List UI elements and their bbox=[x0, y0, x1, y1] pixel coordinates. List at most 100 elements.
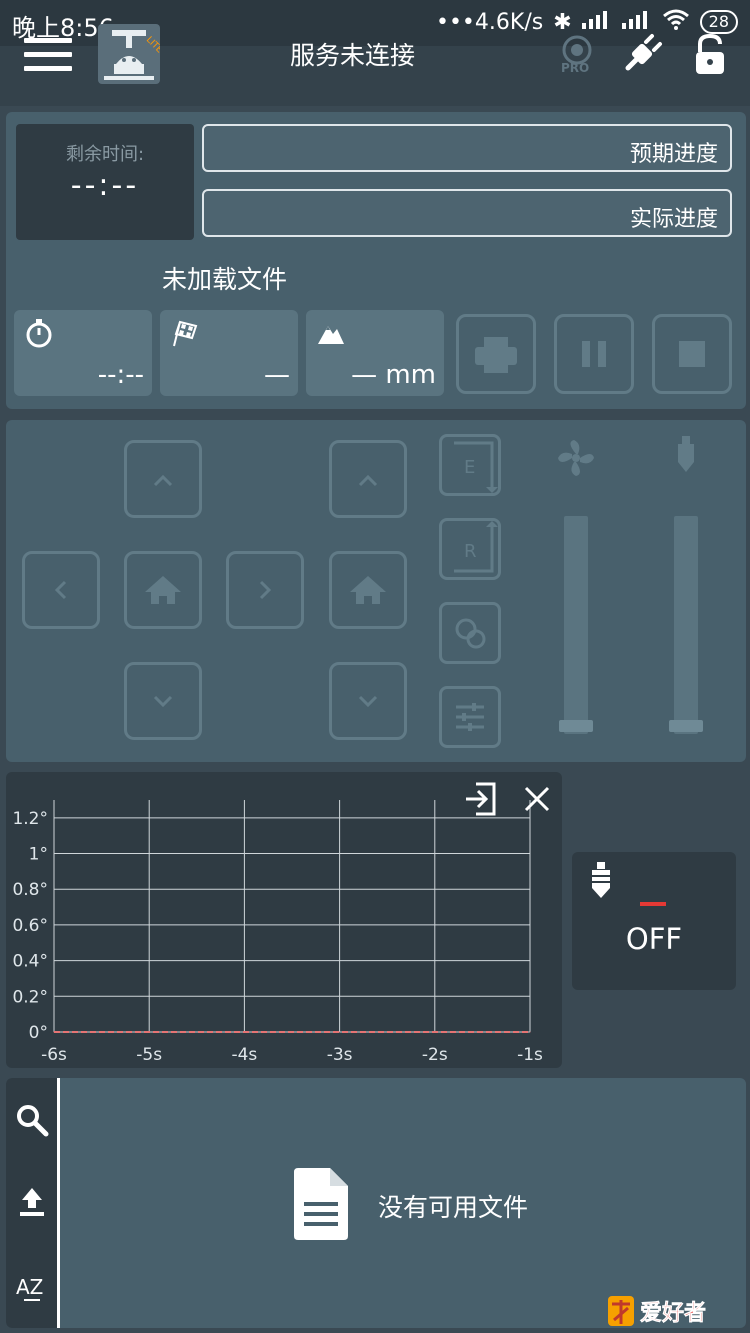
xy-home-button[interactable] bbox=[124, 551, 202, 629]
xy-right-button[interactable] bbox=[226, 551, 304, 629]
temperature-point bbox=[529, 1031, 531, 1033]
search-icon bbox=[17, 1105, 49, 1137]
svg-text:R: R bbox=[464, 541, 477, 562]
close-chart-button[interactable] bbox=[518, 780, 556, 818]
document-icon bbox=[290, 1168, 352, 1240]
menu-icon-bar bbox=[24, 38, 72, 43]
height-stat: — mm bbox=[306, 310, 444, 396]
pause-icon bbox=[582, 341, 606, 367]
y-tick-label: 0.4° bbox=[12, 952, 48, 972]
xy-down-button[interactable] bbox=[124, 662, 202, 740]
svg-text:爱好者: 爱好者 bbox=[640, 1300, 706, 1326]
y-tick-label: 0.2° bbox=[12, 987, 48, 1007]
loaded-file-name: 未加载文件 bbox=[162, 265, 288, 294]
height-value: — mm bbox=[351, 360, 436, 390]
pause-button[interactable] bbox=[554, 314, 634, 394]
chevron-up-icon bbox=[358, 474, 378, 487]
hotend-icon bbox=[586, 862, 616, 902]
svg-text:LITE: LITE bbox=[144, 35, 160, 56]
chevron-up-icon bbox=[153, 474, 173, 487]
stop-icon bbox=[679, 341, 705, 367]
print-button[interactable] bbox=[456, 314, 536, 394]
heater-state: OFF bbox=[625, 922, 683, 956]
temperature-point bbox=[243, 1031, 245, 1033]
watermark-logo: 爱好者 bbox=[606, 1290, 734, 1330]
network-speed: •••4.6K/s bbox=[435, 9, 544, 35]
upload-button[interactable] bbox=[14, 1184, 50, 1220]
remaining-time-value: --:-- bbox=[70, 168, 140, 203]
stopwatch-icon bbox=[24, 318, 54, 348]
hotend-icon bbox=[670, 436, 702, 476]
app-logo: LITE bbox=[98, 24, 165, 84]
menu-button[interactable] bbox=[24, 38, 72, 72]
remaining-time-label: 剩余时间: bbox=[65, 144, 145, 165]
menu-icon-bar bbox=[24, 52, 72, 57]
settings-sliders-button[interactable] bbox=[439, 686, 501, 748]
y-tick-label: 0.6° bbox=[12, 916, 48, 936]
home-icon bbox=[350, 576, 386, 604]
fan-icon bbox=[556, 438, 596, 478]
svg-text:E: E bbox=[464, 457, 475, 478]
finish-stat: — bbox=[160, 310, 298, 396]
svg-text:AZ: AZ bbox=[16, 1275, 43, 1299]
gears-icon bbox=[455, 618, 486, 649]
z-up-button[interactable] bbox=[329, 440, 407, 518]
x-tick-label: -4s bbox=[231, 1045, 257, 1065]
chevron-right-icon bbox=[259, 580, 272, 600]
home-icon bbox=[145, 576, 181, 604]
sort-az-icon: AZ bbox=[16, 1275, 43, 1301]
fan-speed-slider[interactable] bbox=[564, 516, 588, 734]
finish-value: — bbox=[264, 360, 290, 390]
enter-arrow-icon bbox=[466, 782, 496, 816]
extrude-button[interactable]: E bbox=[439, 434, 501, 496]
x-tick-label: -5s bbox=[136, 1045, 162, 1065]
actual-progress-bar: 实际进度 bbox=[202, 189, 732, 237]
temperature-point bbox=[148, 1031, 150, 1033]
print-time-stat: --:-- bbox=[14, 310, 152, 396]
battery-indicator: 28 bbox=[699, 10, 738, 34]
x-tick-label: -3s bbox=[327, 1045, 353, 1065]
stop-button[interactable] bbox=[652, 314, 732, 394]
pro-icon[interactable]: PRO bbox=[556, 34, 598, 75]
empty-files-message: 没有可用文件 bbox=[378, 1193, 529, 1222]
print-time-value: --:-- bbox=[97, 360, 144, 390]
expected-progress-bar: 预期进度 bbox=[202, 124, 732, 172]
mountain-icon bbox=[316, 318, 346, 348]
xy-left-button[interactable] bbox=[22, 551, 100, 629]
extrude-icon: E bbox=[454, 441, 498, 493]
retract-icon: R bbox=[454, 521, 498, 573]
temperature-point bbox=[434, 1031, 436, 1033]
search-button[interactable] bbox=[14, 1102, 50, 1138]
extruder-select-button[interactable] bbox=[439, 602, 501, 664]
unlock-icon[interactable] bbox=[690, 32, 730, 76]
x-tick-label: -6s bbox=[41, 1045, 67, 1065]
menu-icon-bar bbox=[24, 66, 72, 71]
y-tick-label: 0° bbox=[29, 1023, 48, 1043]
x-tick-label: -1s bbox=[517, 1045, 543, 1065]
expand-chart-button[interactable] bbox=[462, 780, 500, 818]
y-tick-label: 1° bbox=[29, 845, 48, 865]
temperature-point bbox=[339, 1031, 341, 1033]
x-tick-label: -2s bbox=[422, 1045, 448, 1065]
wifi-icon bbox=[662, 8, 690, 36]
checkered-flag-icon bbox=[170, 318, 200, 348]
connection-status-title: 服务未连接 bbox=[290, 41, 416, 70]
z-down-button[interactable] bbox=[329, 662, 407, 740]
fan-speed-slider-knob[interactable] bbox=[559, 720, 593, 732]
actual-progress-label: 实际进度 bbox=[629, 207, 718, 232]
sort-button[interactable]: AZ bbox=[14, 1268, 50, 1304]
hotend-temp-slider-knob[interactable] bbox=[669, 720, 703, 732]
close-icon bbox=[524, 786, 550, 812]
bluetooth-icon: ✱ bbox=[553, 9, 572, 35]
xy-up-button[interactable] bbox=[124, 440, 202, 518]
retract-button[interactable]: R bbox=[439, 518, 501, 580]
chevron-down-icon bbox=[153, 695, 173, 708]
heater-temp-indicator bbox=[640, 902, 666, 906]
upload-icon bbox=[20, 1188, 44, 1216]
z-home-button[interactable] bbox=[329, 551, 407, 629]
plug-icon[interactable] bbox=[620, 32, 664, 76]
printer-icon bbox=[475, 337, 517, 373]
svg-text:PRO: PRO bbox=[561, 61, 589, 74]
hotend-temp-slider[interactable] bbox=[674, 516, 698, 734]
chevron-down-icon bbox=[358, 695, 378, 708]
